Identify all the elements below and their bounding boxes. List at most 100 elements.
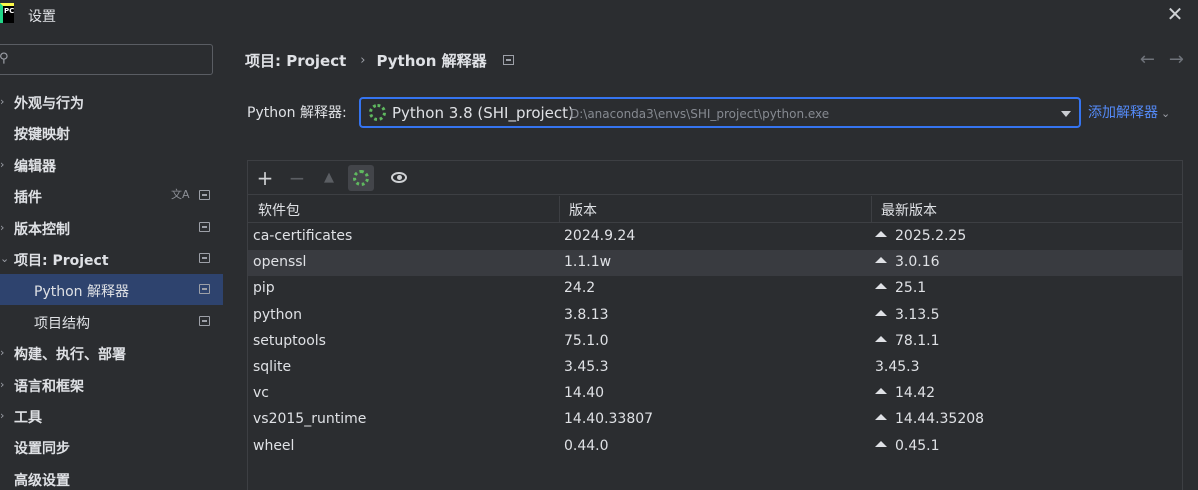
sidebar-item[interactable]: › 版本控制 (0, 212, 223, 243)
package-version-cell: 2024.9.24 (564, 228, 636, 244)
sidebar-item[interactable]: › 编辑器 (0, 149, 223, 180)
show-early-releases-button[interactable] (381, 165, 407, 191)
project-scope-icon (199, 284, 210, 295)
latest-version-text: 78.1.1 (895, 332, 940, 349)
packages-panel: + − ▲ 软件包 版本 最新版本 ca-certificates 2024.9.… (247, 160, 1183, 490)
settings-search-input[interactable] (17, 49, 202, 70)
interpreter-dropdown[interactable]: Python 3.8 (SHI_project) D:\anaconda3\en… (359, 97, 1081, 128)
project-scope-icon (199, 253, 210, 263)
package-latest-cell: 3.0.16 (875, 254, 940, 270)
sidebar-item[interactable]: › 语言和框架 (0, 369, 223, 400)
latest-version-text: 14.44.35208 (895, 411, 985, 428)
close-icon[interactable]: ✕ (1166, 4, 1184, 24)
column-divider[interactable] (559, 196, 560, 223)
sidebar-item-label: 外观与行为 (14, 96, 84, 112)
package-latest-cell: 2025.2.25 (875, 228, 966, 244)
translate-icon: 文A (171, 188, 190, 202)
project-scope-icon (199, 221, 210, 232)
latest-version-text: 14.42 (895, 385, 936, 402)
sidebar-item-label: 语言和框架 (14, 378, 84, 395)
column-divider[interactable] (871, 196, 872, 223)
package-name-cell: setuptools (253, 332, 326, 349)
table-row[interactable]: openssl 1.1.1w 3.0.16 (248, 250, 1182, 277)
package-latest-cell: 14.44.35208 (875, 411, 984, 427)
chevron-right-icon[interactable]: › (0, 369, 10, 400)
back-arrow-icon[interactable]: ← (1140, 49, 1155, 70)
table-header: 软件包 版本 最新版本 (248, 196, 1182, 223)
package-latest-cell: 0.45.1 (875, 438, 940, 454)
column-header-latest[interactable]: 最新版本 (881, 200, 937, 220)
project-scope-icon (502, 55, 514, 65)
table-row[interactable]: vc 14.40 14.42 (248, 381, 1182, 407)
settings-search[interactable]: ⚲ (0, 44, 213, 75)
upgrade-package-button[interactable]: ▲ (316, 165, 342, 191)
sidebar-item[interactable]: 设置同步 (0, 431, 223, 462)
sidebar-item[interactable]: 项目结构 (0, 306, 223, 337)
table-row[interactable]: ca-certificates 2024.9.24 2025.2.25 (248, 224, 1182, 250)
sidebar-item-label: 插件 (14, 190, 42, 207)
package-version-cell: 3.8.13 (564, 306, 609, 323)
sidebar-item-label: 设置同步 (14, 441, 70, 458)
window-title: 设置 (28, 9, 56, 25)
package-name-cell: sqlite (253, 359, 292, 375)
forward-arrow-icon[interactable]: → (1169, 49, 1184, 70)
add-package-button[interactable]: + (252, 165, 278, 191)
latest-version-text: 2025.2.25 (895, 228, 967, 244)
sidebar-item[interactable]: › 构建、执行、部署 (0, 337, 223, 368)
chevron-right-icon[interactable]: › (0, 212, 10, 243)
chevron-right-icon[interactable]: › (0, 337, 10, 368)
sidebar-item-label: Python 解释器 (34, 284, 129, 301)
table-row[interactable]: vs2015_runtime 14.40.33807 14.44.35208 (248, 407, 1182, 433)
table-row[interactable]: pip 24.2 25.1 (248, 276, 1182, 302)
sidebar-item-label: 构建、执行、部署 (14, 347, 126, 364)
interpreter-label: Python 解释器: (247, 105, 347, 121)
chevron-right-icon[interactable]: › (0, 86, 10, 117)
sidebar-item-label: 项目结构 (34, 315, 90, 332)
sidebar-item-label: 编辑器 (14, 158, 56, 175)
sidebar-item-label: 项目: Project (14, 253, 109, 269)
add-interpreter-link[interactable]: 添加解释器 ⌄ (1088, 102, 1170, 122)
column-header-package[interactable]: 软件包 (258, 200, 300, 220)
add-interpreter-label: 添加解释器 (1088, 105, 1158, 121)
table-row[interactable]: setuptools 75.1.0 78.1.1 (248, 329, 1182, 355)
chevron-right-icon[interactable]: › (0, 400, 10, 431)
latest-version-text: 3.13.5 (895, 306, 940, 323)
table-row[interactable]: wheel 0.44.0 0.45.1 (248, 434, 1182, 460)
package-version-cell: 3.45.3 (564, 359, 609, 375)
table-row[interactable]: python 3.8.13 3.13.5 (248, 303, 1182, 329)
loading-spinner-icon (353, 170, 369, 186)
sidebar-item-label: 高级设置 (14, 472, 70, 489)
chevron-right-icon[interactable]: › (0, 149, 10, 180)
package-name-cell: ca-certificates (253, 228, 353, 244)
package-name-cell: vs2015_runtime (253, 411, 367, 428)
package-latest-cell: 3.45.3 (875, 359, 920, 375)
upgrade-arrow-icon (875, 231, 887, 237)
upgrade-arrow-icon (875, 283, 887, 290)
sidebar-item[interactable]: › 工具 (0, 400, 223, 431)
table-row[interactable]: sqlite 3.45.3 3.45.3 (248, 355, 1182, 381)
package-version-cell: 14.40 (564, 385, 605, 402)
sidebar-item[interactable]: 按键映射 (0, 117, 223, 148)
package-latest-cell: 25.1 (875, 280, 926, 296)
remove-package-button[interactable]: − (284, 165, 310, 191)
breadcrumb: 项目: Project › Python 解释器 (245, 50, 514, 70)
package-latest-cell: 14.42 (875, 385, 935, 401)
eye-icon (391, 172, 407, 183)
sidebar-item[interactable]: › 外观与行为 (0, 86, 223, 117)
chevron-down-icon[interactable]: ⌄ (0, 243, 10, 274)
latest-version-text: 0.45.1 (895, 437, 940, 454)
column-header-version[interactable]: 版本 (569, 200, 597, 220)
breadcrumb-parent[interactable]: 项目: Project (245, 50, 346, 71)
sidebar-item[interactable]: ⌄ 项目: Project (0, 243, 223, 274)
sidebar-item[interactable]: 高级设置 (0, 463, 223, 490)
sidebar-item[interactable]: 插件 文A (0, 180, 223, 211)
package-name-cell: vc (253, 385, 269, 402)
chevron-down-icon (1061, 111, 1071, 117)
refresh-button[interactable] (348, 165, 374, 191)
breadcrumb-current: Python 解释器 (376, 51, 487, 70)
package-name-cell: pip (253, 280, 275, 297)
upgrade-arrow-icon (875, 309, 887, 316)
sidebar-item[interactable]: Python 解释器 (0, 274, 223, 306)
packages-toolbar: + − ▲ (248, 161, 1182, 195)
search-icon: ⚲ (0, 51, 9, 66)
